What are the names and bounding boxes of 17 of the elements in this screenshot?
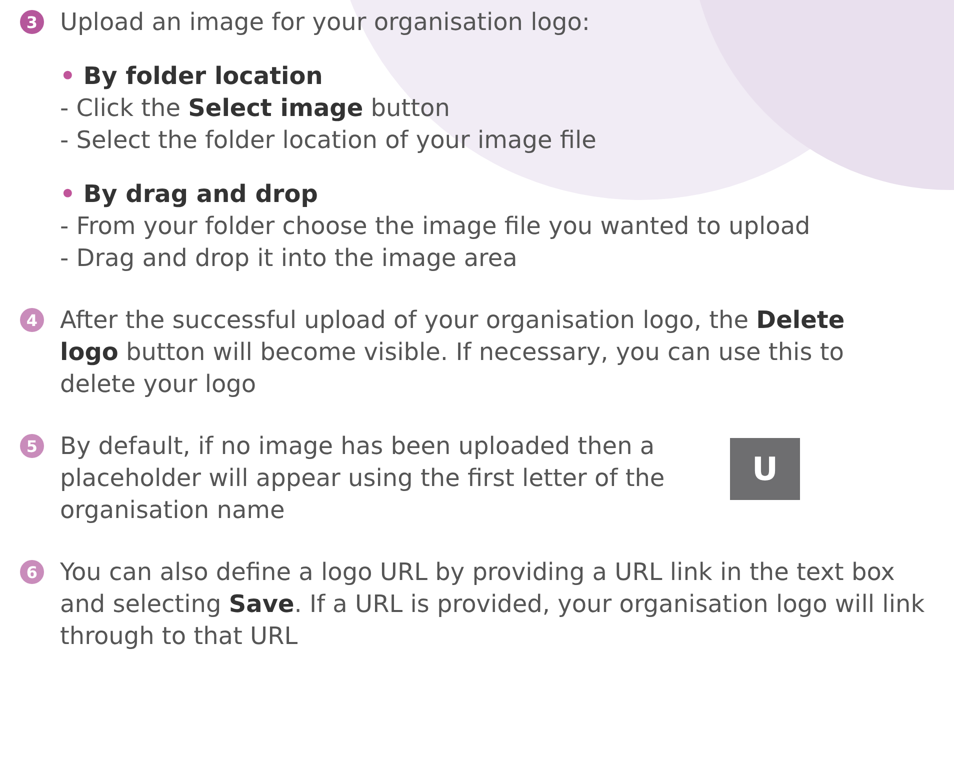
instruction-line: - Drag and drop it into the image area [60,243,518,274]
step-number: 4 [20,308,44,332]
step-number: 5 [20,434,44,458]
step-text: By default, if no image has been uploaded then a placeholder will appear using the first letter of the organisation name [60,431,666,526]
instruction-line: - From your folder choose the image file you wanted to upload [60,211,812,242]
instruction-line: - Click the Select image button [60,93,451,124]
bullet-icon: • [60,178,76,210]
letter-avatar: U [730,438,800,500]
bullet-icon: • [60,60,76,92]
section-heading: By drag and drop [83,179,318,210]
step-text: You can also define a logo URL by providing a URL link in the text box and selecting Save. If a URL is provided, your organisation logo will link through to that URL [60,557,926,652]
step-number: 3 [20,10,44,34]
step-text: Upload an image for your organisation logo: [60,7,591,38]
instruction-line: - Select the folder location of your image file [60,125,598,156]
step-number: 6 [20,560,44,584]
section-heading: By folder location [83,61,323,92]
step-text: After the successful upload of your organisation logo, the Delete logo button will become visible. If necessary, you can use this to delete your logo [60,305,846,400]
